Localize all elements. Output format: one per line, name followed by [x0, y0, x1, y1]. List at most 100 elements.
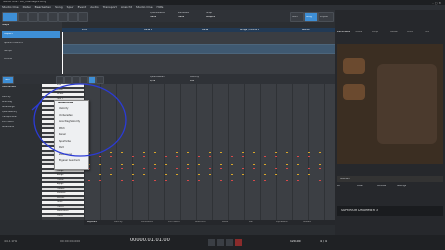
midi-note[interactable] — [154, 180, 156, 182]
inspector-row[interactable]: Anschlag — [2, 101, 12, 103]
arrangement-view[interactable] — [62, 32, 337, 74]
midi-note[interactable] — [132, 156, 134, 158]
browser-tab[interactable]: Loops — [372, 31, 378, 33]
play-button[interactable] — [226, 239, 233, 246]
lane-tab[interactable]: Sustain — [303, 221, 311, 223]
midi-note[interactable] — [275, 152, 277, 154]
arrange-tool-button[interactable] — [2, 12, 18, 22]
velocity-value[interactable]: 100 — [190, 80, 194, 82]
midi-note[interactable] — [154, 168, 156, 170]
midi-note[interactable] — [253, 180, 255, 182]
project-button[interactable]: Projekt — [318, 12, 334, 22]
midi-note[interactable] — [187, 168, 189, 170]
midi-note[interactable] — [176, 156, 178, 158]
midi-note[interactable] — [132, 180, 134, 182]
midi-note[interactable] — [308, 174, 310, 176]
midi-note[interactable] — [242, 174, 244, 176]
midi-note[interactable] — [253, 168, 255, 170]
record-button[interactable] — [235, 239, 242, 246]
midi-tab[interactable]: MIDI — [2, 76, 14, 84]
lane-tab[interactable]: Pitch Bend — [168, 221, 180, 223]
midi-note[interactable] — [286, 152, 288, 154]
midi-note[interactable] — [143, 156, 145, 158]
midi-note[interactable] — [209, 174, 211, 176]
midi-note[interactable] — [242, 156, 244, 158]
browser-tab[interactable]: Cloud — [407, 31, 413, 33]
midi-note[interactable] — [297, 156, 299, 158]
stop-button[interactable] — [217, 239, 224, 246]
midi-note[interactable] — [286, 168, 288, 170]
snap-value[interactable]: Takte — [150, 16, 156, 18]
listen-tool-button[interactable] — [78, 12, 88, 22]
signature-value[interactable]: 4 / 4 — [320, 240, 327, 243]
kit-tab[interactable]: Kit — [337, 185, 340, 187]
midi-note[interactable] — [231, 156, 233, 158]
paint-tool-button[interactable] — [58, 12, 68, 22]
lane-tab[interactable]: Keyboard — [87, 221, 97, 223]
drum-kit-image[interactable] — [337, 44, 443, 164]
midi-note[interactable] — [264, 164, 266, 166]
midi-note[interactable] — [198, 180, 200, 182]
inspector-row[interactable]: Transponieren — [2, 116, 17, 118]
midi-note[interactable] — [187, 164, 189, 166]
track-row-label[interactable]: Spuren Instrum. — [4, 42, 23, 44]
inspector-row[interactable]: Quantisierung — [2, 111, 17, 113]
lane-tab[interactable]: Pan — [249, 221, 253, 223]
browser-tab[interactable]: Pool — [425, 31, 430, 33]
midi-note[interactable] — [165, 164, 167, 166]
drum-key[interactable]: Maracas — [42, 192, 84, 195]
lane-tab[interactable]: Kanal — [222, 221, 228, 223]
midi-note[interactable] — [143, 168, 145, 170]
range-tool-button[interactable] — [28, 12, 38, 22]
kit-tab[interactable]: Mixer — [357, 185, 363, 187]
midi-note[interactable] — [187, 152, 189, 154]
lane-tab[interactable]: Expression — [276, 221, 288, 223]
midi-note[interactable] — [275, 168, 277, 170]
playhead[interactable] — [62, 32, 63, 74]
tempo-value[interactable]: 120.00 — [290, 240, 301, 243]
browser-tab[interactable]: Instrumente — [337, 31, 350, 33]
midi-note[interactable] — [253, 152, 255, 154]
marker-label[interactable]: Verse 1 — [144, 29, 152, 31]
midi-note[interactable] — [220, 152, 222, 154]
mute-tool-button[interactable] — [68, 12, 78, 22]
drum-key[interactable]: Agogo — [42, 183, 84, 186]
midi-note[interactable] — [176, 152, 178, 154]
midi-note[interactable] — [220, 164, 222, 166]
midi-note[interactable] — [99, 164, 101, 166]
lane-tab[interactable]: Velocity — [114, 221, 123, 223]
midi-note[interactable] — [253, 164, 255, 166]
kit-tab[interactable]: Settings — [397, 185, 406, 187]
midi-note[interactable] — [154, 164, 156, 166]
midi-note[interactable] — [99, 180, 101, 182]
midi-note[interactable] — [165, 174, 167, 176]
midi-note[interactable] — [209, 152, 211, 154]
midi-note[interactable] — [319, 164, 321, 166]
midi-note[interactable] — [165, 156, 167, 158]
start-button[interactable]: Start — [290, 12, 304, 22]
track-row-label[interactable]: Chorus — [4, 58, 12, 60]
drum-key[interactable]: Bongo — [42, 174, 84, 177]
midi-note[interactable] — [143, 152, 145, 154]
midi-note[interactable] — [319, 180, 321, 182]
midi-note[interactable] — [220, 168, 222, 170]
snap-mode-value[interactable]: Adaptiv — [206, 16, 215, 18]
midi-note[interactable] — [231, 174, 233, 176]
preset-selector[interactable]: Standard — [337, 176, 443, 182]
midi-note[interactable] — [308, 168, 310, 170]
midi-note[interactable] — [187, 180, 189, 182]
midi-note[interactable] — [264, 174, 266, 176]
inspector-row[interactable]: Notenlänge — [2, 106, 15, 108]
drum-key[interactable]: Cuica — [42, 214, 84, 217]
drum-key[interactable]: Guiro — [42, 201, 84, 204]
midi-note[interactable] — [198, 164, 200, 166]
midi-note[interactable] — [121, 168, 123, 170]
erase-tool-button[interactable] — [48, 12, 58, 22]
midi-note[interactable] — [121, 180, 123, 182]
drum-key[interactable]: Timbal — [42, 178, 84, 181]
midi-note[interactable] — [209, 156, 211, 158]
browser-tab[interactable]: Effekte — [355, 31, 363, 33]
quantize-value[interactable]: 1/16 — [150, 80, 155, 82]
midi-note[interactable] — [220, 180, 222, 182]
midi-note[interactable] — [275, 174, 277, 176]
